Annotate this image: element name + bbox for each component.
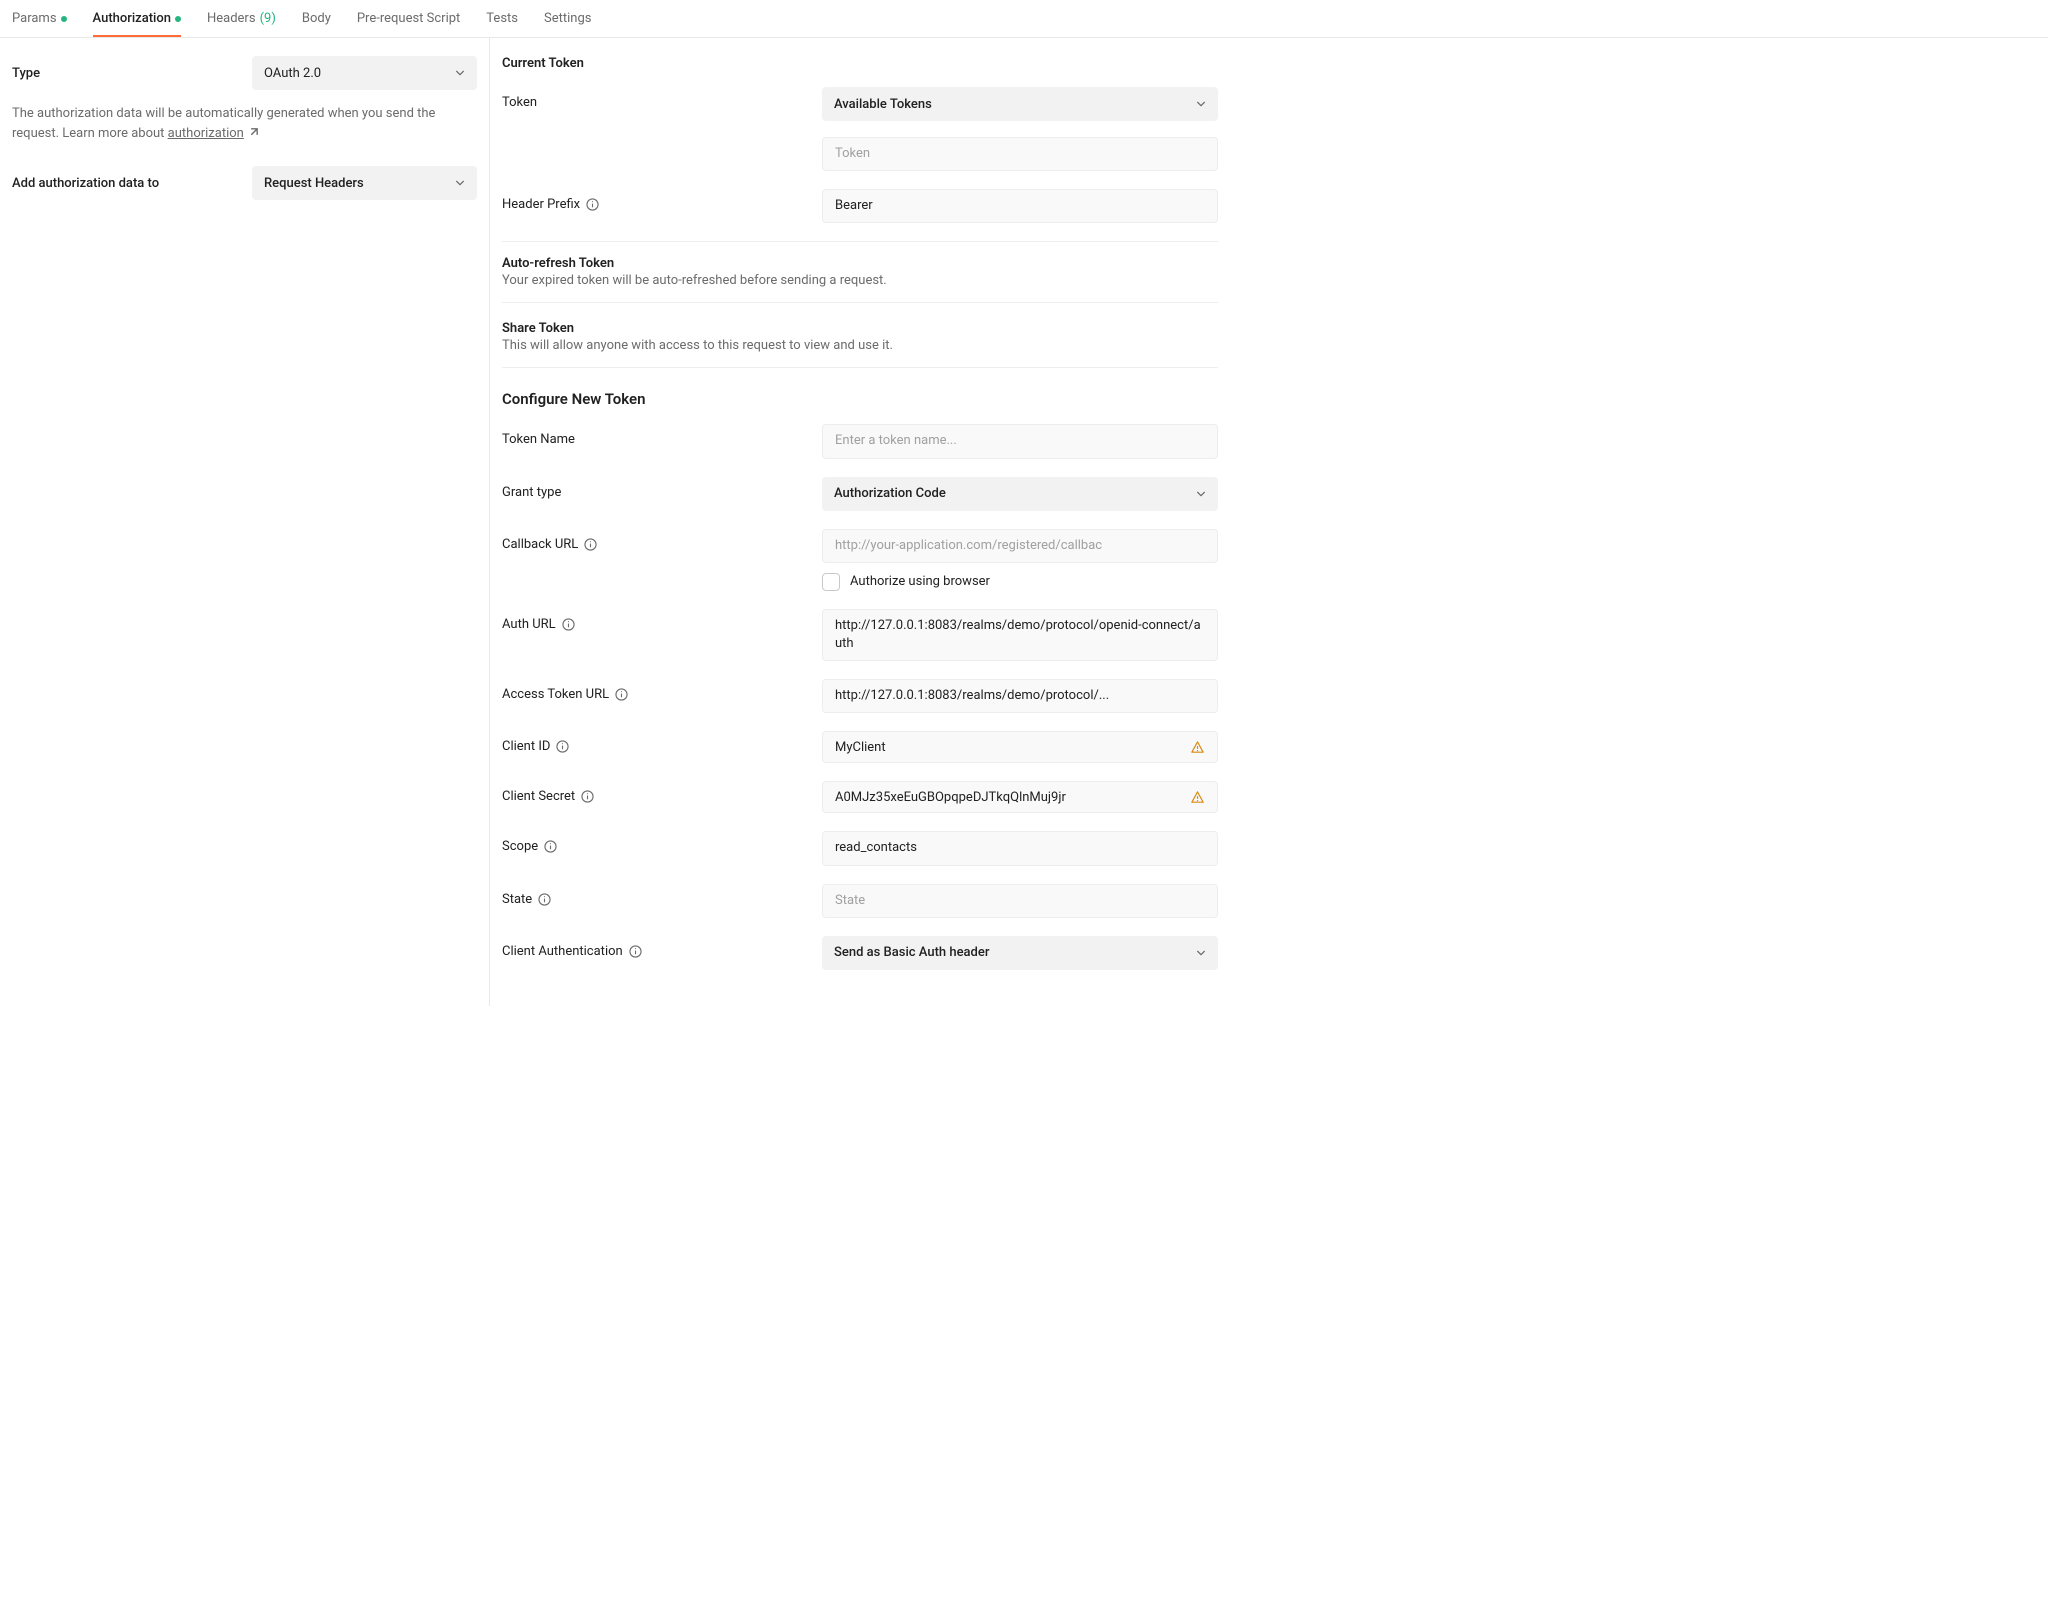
status-dot-icon bbox=[175, 16, 181, 22]
info-icon bbox=[584, 538, 597, 551]
warning-icon bbox=[1190, 740, 1205, 755]
add-to-select[interactable]: Request Headers bbox=[252, 166, 477, 200]
chevron-down-icon bbox=[1196, 99, 1206, 109]
chevron-down-icon bbox=[455, 178, 465, 188]
client-secret-input[interactable]: A0MJz35xeEuGBOpqpeDJTkqQlnMuj9jr bbox=[822, 781, 1218, 813]
tab-prerequest[interactable]: Pre-request Script bbox=[357, 0, 460, 37]
client-auth-select[interactable]: Send as Basic Auth header bbox=[822, 936, 1218, 970]
auth-type-value: OAuth 2.0 bbox=[264, 66, 321, 81]
client-id-label: Client ID bbox=[502, 731, 822, 754]
info-icon bbox=[629, 945, 642, 958]
state-input[interactable]: State bbox=[822, 884, 1218, 918]
header-prefix-label-text: Header Prefix bbox=[502, 197, 580, 212]
header-prefix-label: Header Prefix bbox=[502, 189, 822, 212]
auth-url-label: Auth URL bbox=[502, 609, 822, 632]
scope-label-text: Scope bbox=[502, 839, 538, 854]
add-to-value: Request Headers bbox=[264, 176, 364, 191]
current-token-title: Current Token bbox=[502, 56, 1218, 71]
share-title: Share Token bbox=[502, 321, 1218, 336]
access-token-url-label-text: Access Token URL bbox=[502, 687, 609, 702]
auth-url-input[interactable]: http://127.0.0.1:8083/realms/demo/protoc… bbox=[822, 609, 1218, 661]
tab-authorization[interactable]: Authorization bbox=[93, 0, 181, 37]
external-link-icon bbox=[248, 127, 259, 138]
request-tabs: Params Authorization Headers (9) Body Pr… bbox=[0, 0, 2048, 38]
info-icon bbox=[615, 688, 628, 701]
authorize-browser-label: Authorize using browser bbox=[850, 574, 990, 589]
chevron-down-icon bbox=[1196, 948, 1206, 958]
state-label: State bbox=[502, 884, 822, 907]
authorization-link[interactable]: authorization bbox=[168, 126, 259, 141]
token-name-input[interactable]: Enter a token name... bbox=[822, 424, 1218, 458]
tab-tests[interactable]: Tests bbox=[486, 0, 518, 37]
available-tokens-value: Available Tokens bbox=[834, 97, 932, 112]
configure-new-token-title: Configure New Token bbox=[502, 390, 1218, 408]
tab-authorization-label: Authorization bbox=[93, 11, 171, 26]
token-input[interactable]: Token bbox=[822, 137, 1218, 171]
chevron-down-icon bbox=[455, 68, 465, 78]
client-id-label-text: Client ID bbox=[502, 739, 550, 754]
type-label: Type bbox=[12, 66, 252, 81]
info-icon bbox=[562, 618, 575, 631]
chevron-down-icon bbox=[1196, 489, 1206, 499]
auth-type-select[interactable]: OAuth 2.0 bbox=[252, 56, 477, 90]
info-icon bbox=[538, 893, 551, 906]
info-icon bbox=[556, 740, 569, 753]
header-prefix-input[interactable]: Bearer bbox=[822, 189, 1218, 223]
warning-icon bbox=[1190, 790, 1205, 805]
client-auth-value: Send as Basic Auth header bbox=[834, 945, 989, 960]
tab-settings[interactable]: Settings bbox=[544, 0, 591, 37]
authorize-browser-checkbox[interactable] bbox=[822, 573, 840, 591]
client-id-value: MyClient bbox=[835, 740, 1182, 755]
add-to-label: Add authorization data to bbox=[12, 176, 252, 191]
client-auth-label-text: Client Authentication bbox=[502, 944, 623, 959]
client-secret-value: A0MJz35xeEuGBOpqpeDJTkqQlnMuj9jr bbox=[835, 790, 1182, 805]
client-id-input[interactable]: MyClient bbox=[822, 731, 1218, 763]
available-tokens-select[interactable]: Available Tokens bbox=[822, 87, 1218, 121]
scope-input[interactable]: read_contacts bbox=[822, 831, 1218, 865]
callback-url-label-text: Callback URL bbox=[502, 537, 578, 552]
access-token-url-label: Access Token URL bbox=[502, 679, 822, 702]
tab-body[interactable]: Body bbox=[302, 0, 331, 37]
state-label-text: State bbox=[502, 892, 532, 907]
info-icon bbox=[544, 840, 557, 853]
auth-right-panel: Current Token Token Available Tokens Tok… bbox=[490, 38, 1230, 1006]
token-label: Token bbox=[502, 87, 822, 110]
autorefresh-desc: Your expired token will be auto-refreshe… bbox=[502, 273, 1218, 288]
tab-headers-count: (9) bbox=[260, 11, 276, 26]
client-auth-label: Client Authentication bbox=[502, 936, 822, 959]
info-icon bbox=[586, 198, 599, 211]
auth-url-label-text: Auth URL bbox=[502, 617, 556, 632]
status-dot-icon bbox=[61, 16, 67, 22]
callback-url-label: Callback URL bbox=[502, 529, 822, 552]
grant-type-label: Grant type bbox=[502, 477, 822, 500]
client-secret-label: Client Secret bbox=[502, 781, 822, 804]
grant-type-select[interactable]: Authorization Code bbox=[822, 477, 1218, 511]
autorefresh-title: Auto-refresh Token bbox=[502, 256, 1218, 271]
authorization-link-label: authorization bbox=[168, 126, 244, 141]
tab-params[interactable]: Params bbox=[12, 0, 67, 37]
access-token-url-input[interactable]: http://127.0.0.1:8083/realms/demo/protoc… bbox=[822, 679, 1218, 713]
tab-headers-label: Headers bbox=[207, 11, 256, 26]
callback-url-input[interactable]: http://your-application.com/registered/c… bbox=[822, 529, 1218, 563]
share-desc: This will allow anyone with access to th… bbox=[502, 338, 1218, 353]
grant-type-value: Authorization Code bbox=[834, 486, 946, 501]
info-icon bbox=[581, 790, 594, 803]
tab-params-label: Params bbox=[12, 11, 57, 26]
scope-label: Scope bbox=[502, 831, 822, 854]
auth-help-text: The authorization data will be automatic… bbox=[12, 104, 477, 144]
tab-headers[interactable]: Headers (9) bbox=[207, 0, 276, 37]
client-secret-label-text: Client Secret bbox=[502, 789, 575, 804]
auth-left-panel: Type OAuth 2.0 The authorization data wi… bbox=[0, 38, 490, 1006]
token-name-label: Token Name bbox=[502, 424, 822, 447]
